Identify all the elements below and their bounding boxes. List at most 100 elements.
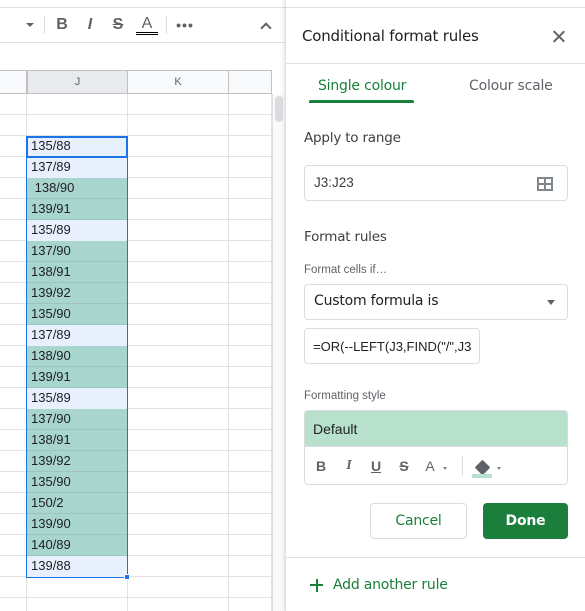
cell-i[interactable] <box>0 199 27 220</box>
cell-j[interactable]: 137/90 <box>27 241 128 262</box>
cell-j[interactable]: 137/90 <box>27 409 128 430</box>
strikethrough-button[interactable]: S <box>108 8 128 42</box>
cell-j[interactable]: 139/92 <box>27 451 128 472</box>
cell-j[interactable]: 138/90 <box>27 178 128 199</box>
cell-j[interactable] <box>27 115 128 136</box>
done-button[interactable]: Done <box>483 503 568 539</box>
cell-k[interactable] <box>128 577 229 598</box>
cell-k[interactable] <box>128 241 229 262</box>
column-header-l[interactable] <box>229 71 272 93</box>
cell-k[interactable] <box>128 283 229 304</box>
cell-l[interactable] <box>229 136 272 157</box>
cell-k[interactable] <box>128 556 229 577</box>
cell-k[interactable] <box>128 115 229 136</box>
cell-j[interactable]: 135/89 <box>27 220 128 241</box>
select-range-grid-icon[interactable] <box>537 177 553 191</box>
cell-l[interactable] <box>229 409 272 430</box>
column-header-j[interactable]: J <box>27 71 128 93</box>
cell-l[interactable] <box>229 94 272 115</box>
cell-j[interactable] <box>27 598 128 611</box>
formula-bar[interactable] <box>0 44 285 70</box>
cell-k[interactable] <box>128 304 229 325</box>
cell-i[interactable] <box>0 388 27 409</box>
font-size-dropdown[interactable] <box>22 8 38 42</box>
cell-l[interactable] <box>229 262 272 283</box>
cell-l[interactable] <box>229 598 272 611</box>
cell-l[interactable] <box>229 514 272 535</box>
cell-j[interactable]: 135/88 <box>27 136 128 157</box>
style-text-color-button[interactable]: A <box>423 457 437 475</box>
cell-l[interactable] <box>229 451 272 472</box>
style-bold-button[interactable]: B <box>313 457 329 475</box>
column-header-k[interactable]: K <box>128 71 229 93</box>
cell-i[interactable] <box>0 157 27 178</box>
cell-k[interactable] <box>128 157 229 178</box>
cell-i[interactable] <box>0 514 27 535</box>
add-another-rule-button[interactable]: Add another rule <box>310 577 448 593</box>
cell-k[interactable] <box>128 136 229 157</box>
cell-i[interactable] <box>0 472 27 493</box>
italic-button[interactable]: I <box>80 8 100 42</box>
cell-l[interactable] <box>229 556 272 577</box>
cell-i[interactable] <box>0 577 27 598</box>
cell-k[interactable] <box>128 346 229 367</box>
cell-k[interactable] <box>128 514 229 535</box>
style-strikethrough-button[interactable]: S <box>396 457 412 475</box>
cell-k[interactable] <box>128 388 229 409</box>
cell-l[interactable] <box>229 367 272 388</box>
cell-i[interactable] <box>0 367 27 388</box>
condition-select[interactable]: Custom formula is <box>304 284 568 320</box>
close-icon[interactable] <box>550 28 568 46</box>
cell-l[interactable] <box>229 304 272 325</box>
cell-i[interactable] <box>0 451 27 472</box>
cell-j[interactable] <box>27 94 128 115</box>
cell-j[interactable]: 139/88 <box>27 556 128 577</box>
cell-l[interactable] <box>229 283 272 304</box>
text-color-button[interactable]: A <box>136 8 158 42</box>
custom-formula-input[interactable]: =OR(--LEFT(J3,FIND("/",J3 <box>304 328 480 364</box>
cell-j[interactable]: 138/91 <box>27 262 128 283</box>
cell-i[interactable] <box>0 598 27 611</box>
style-preset-dropdown[interactable]: Default <box>305 411 567 446</box>
cell-l[interactable] <box>229 535 272 556</box>
cell-j[interactable]: 135/89 <box>27 388 128 409</box>
cell-l[interactable] <box>229 178 272 199</box>
cell-l[interactable] <box>229 115 272 136</box>
cell-l[interactable] <box>229 241 272 262</box>
cell-k[interactable] <box>128 94 229 115</box>
cell-i[interactable] <box>0 325 27 346</box>
cell-l[interactable] <box>229 388 272 409</box>
cell-j[interactable]: 139/91 <box>27 199 128 220</box>
cell-j[interactable]: 139/91 <box>27 367 128 388</box>
cancel-button[interactable]: Cancel <box>370 503 467 539</box>
vertical-scrollbar[interactable] <box>272 94 285 611</box>
cell-k[interactable] <box>128 598 229 611</box>
cell-j[interactable] <box>27 577 128 598</box>
scrollbar-thumb[interactable] <box>275 96 283 122</box>
fill-color-dropdown[interactable] <box>495 457 503 475</box>
cell-i[interactable] <box>0 220 27 241</box>
cell-k[interactable] <box>128 493 229 514</box>
cell-k[interactable] <box>128 367 229 388</box>
cell-i[interactable] <box>0 556 27 577</box>
cell-l[interactable] <box>229 346 272 367</box>
cell-i[interactable] <box>0 304 27 325</box>
cell-k[interactable] <box>128 472 229 493</box>
fill-handle[interactable] <box>124 574 130 580</box>
tab-single-colour[interactable]: Single colour <box>318 78 406 94</box>
cell-k[interactable] <box>128 325 229 346</box>
cell-j[interactable]: 137/89 <box>27 325 128 346</box>
cell-i[interactable] <box>0 493 27 514</box>
cell-i[interactable] <box>0 178 27 199</box>
cell-l[interactable] <box>229 220 272 241</box>
cell-l[interactable] <box>229 430 272 451</box>
cell-i[interactable] <box>0 283 27 304</box>
cell-i[interactable] <box>0 535 27 556</box>
cell-j[interactable]: 135/90 <box>27 304 128 325</box>
cell-j[interactable]: 150/2 <box>27 493 128 514</box>
column-header-i[interactable] <box>0 71 27 93</box>
cell-j[interactable]: 138/91 <box>27 430 128 451</box>
more-options-button[interactable]: ••• <box>174 8 196 42</box>
cell-k[interactable] <box>128 262 229 283</box>
cell-k[interactable] <box>128 178 229 199</box>
